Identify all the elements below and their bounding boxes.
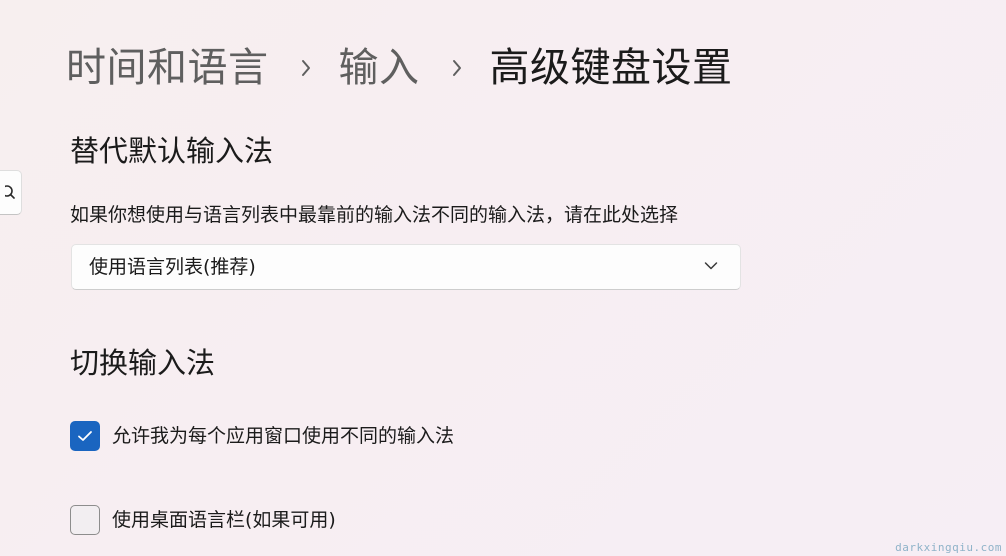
chevron-down-icon	[704, 262, 718, 270]
desktop-language-bar-checkbox[interactable]	[70, 505, 100, 535]
search-icon	[5, 185, 15, 199]
switching-section-title: 切换输入法	[70, 346, 216, 380]
dropdown-selected-value: 使用语言列表(推荐)	[89, 256, 256, 278]
chevron-right-icon	[450, 40, 464, 96]
override-section-title: 替代默认输入法	[70, 134, 274, 168]
breadcrumb-item-input[interactable]: 输入	[339, 40, 420, 96]
per-app-input-method-label: 允许我为每个应用窗口使用不同的输入法	[112, 425, 455, 447]
checkmark-icon	[78, 431, 92, 441]
default-input-method-dropdown[interactable]: 使用语言列表(推荐)	[71, 244, 741, 290]
search-box-edge[interactable]	[0, 170, 22, 215]
breadcrumb-item-time-language[interactable]: 时间和语言	[66, 40, 269, 96]
watermark: darkxingqiu.com	[895, 541, 1002, 554]
chevron-right-icon	[299, 40, 313, 96]
desktop-language-bar-option[interactable]: 使用桌面语言栏(如果可用)	[70, 504, 336, 536]
per-app-input-method-option[interactable]: 允许我为每个应用窗口使用不同的输入法	[70, 420, 454, 452]
breadcrumb: 时间和语言 输入 高级键盘设置	[66, 40, 733, 96]
desktop-language-bar-label: 使用桌面语言栏(如果可用)	[112, 509, 336, 531]
page-title: 高级键盘设置	[489, 45, 733, 91]
override-description: 如果你想使用与语言列表中最靠前的输入法不同的输入法，请在此处选择	[70, 204, 679, 226]
per-app-input-method-checkbox[interactable]	[70, 421, 100, 451]
